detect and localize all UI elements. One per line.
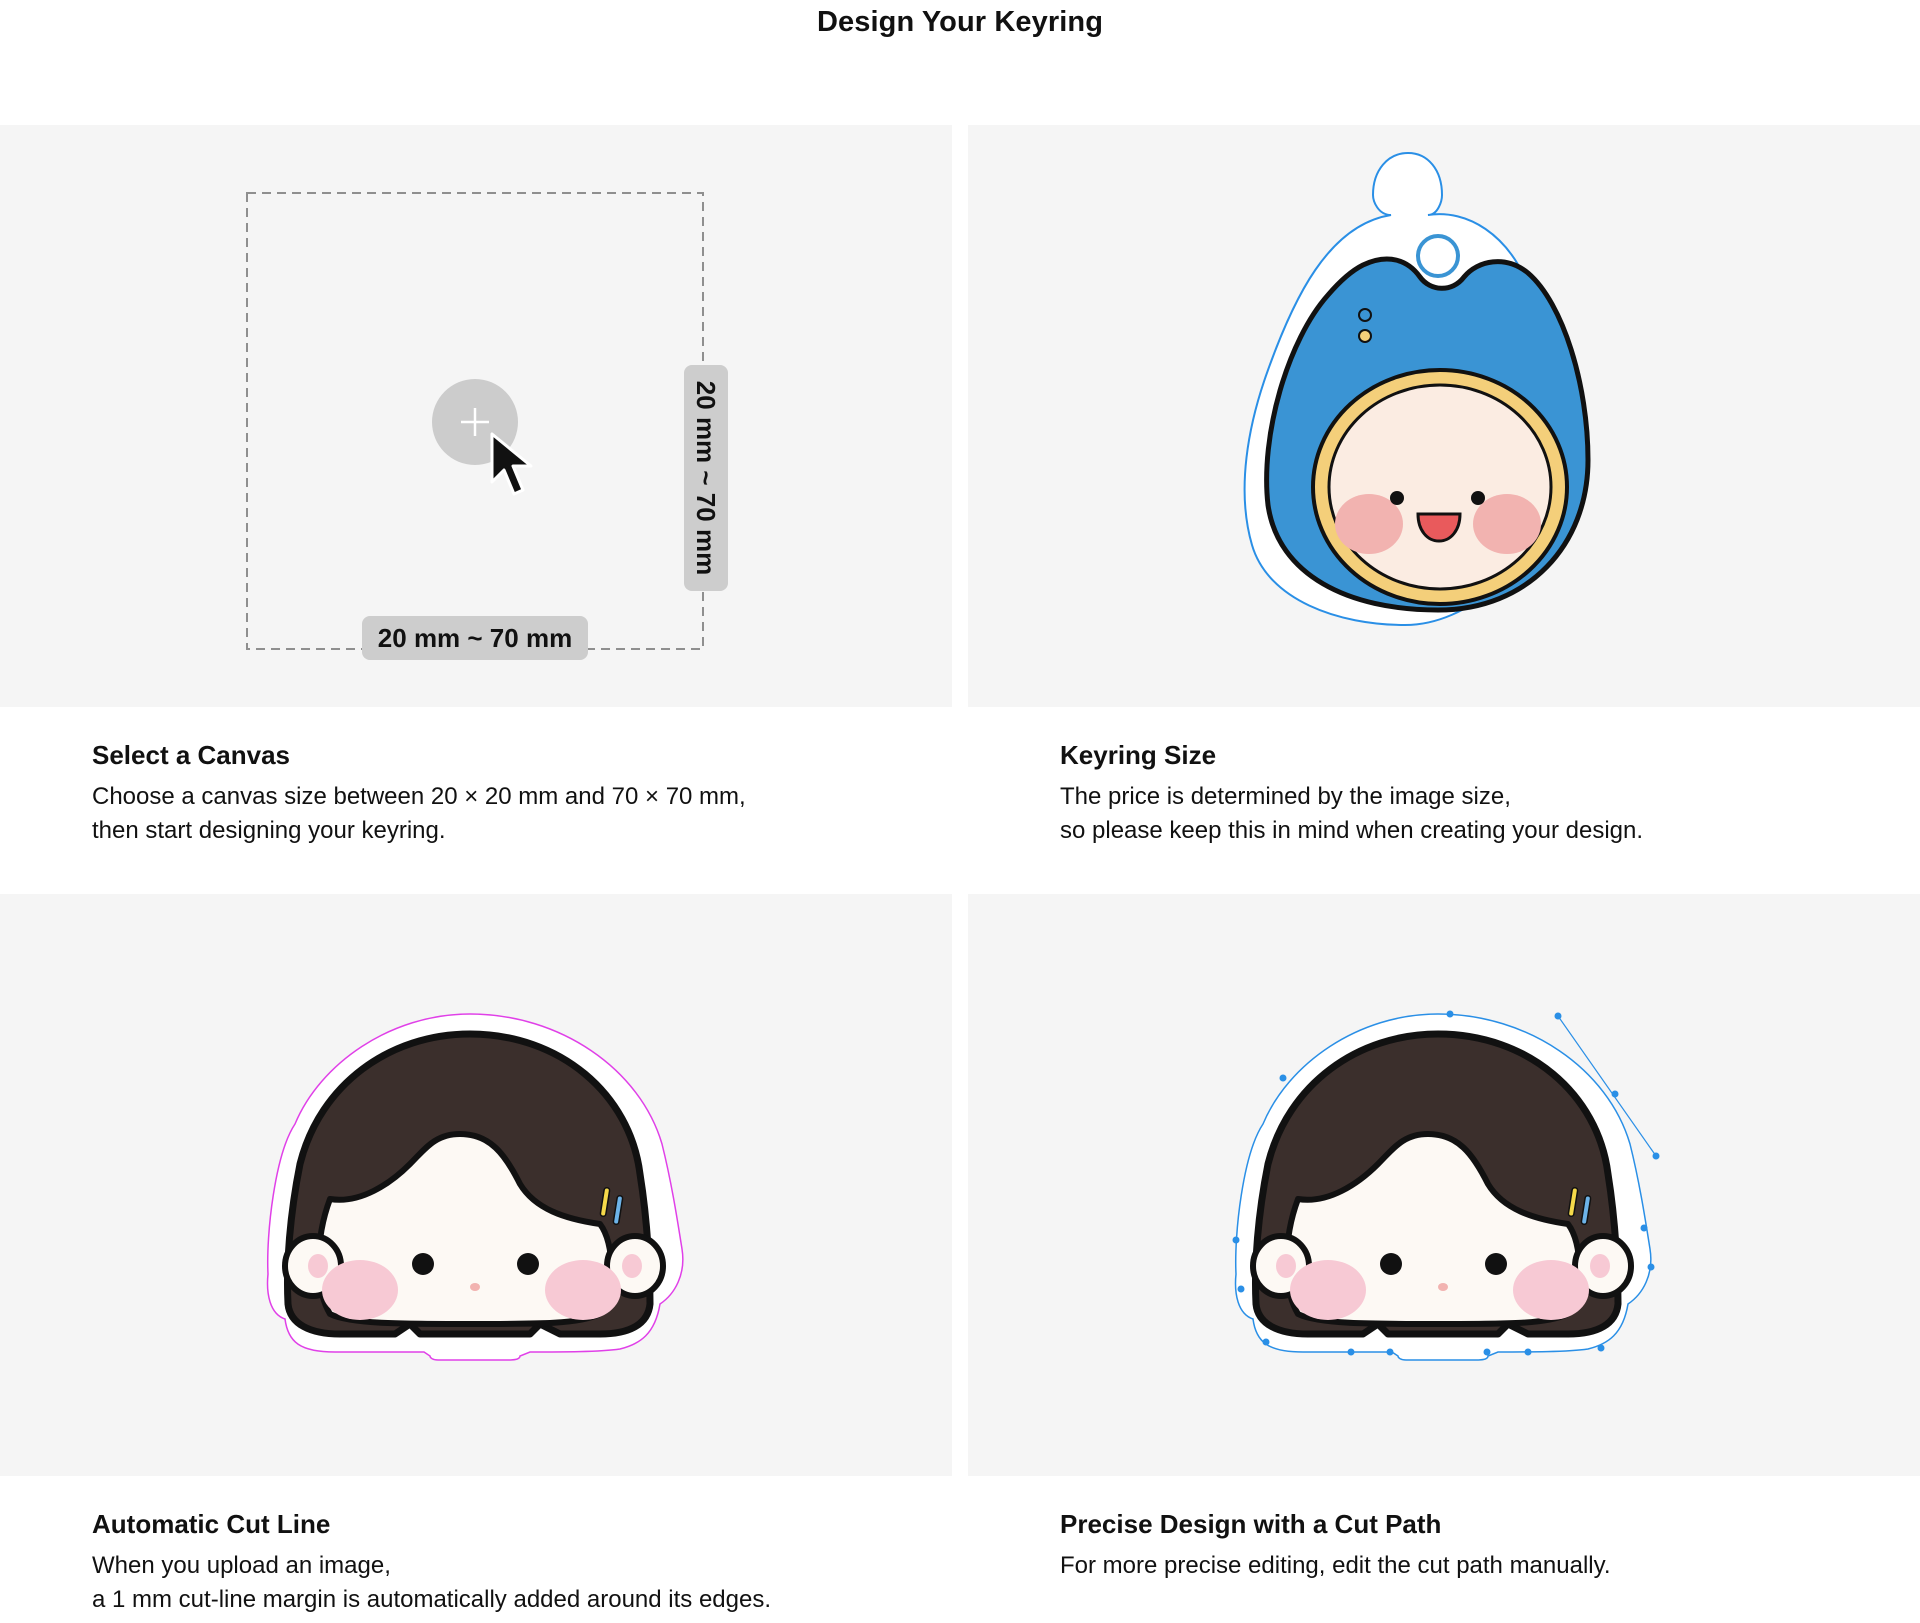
keyring-character-illustration xyxy=(1243,151,1591,627)
hood-button-top xyxy=(1358,308,1372,322)
select-canvas-description: Choose a canvas size between 20 × 20 mm … xyxy=(92,780,992,848)
character-face xyxy=(1327,383,1553,591)
precise-cut-path-panel xyxy=(968,894,1920,1476)
precise-cut-path-title: Precise Design with a Cut Path xyxy=(1060,1509,1442,1539)
keyring-size-title: Keyring Size xyxy=(1060,740,1217,770)
eye-right xyxy=(1471,491,1485,505)
description-line: a 1 mm cut-line margin is automatically … xyxy=(92,1586,772,1613)
keyring-size-panel xyxy=(968,125,1920,707)
automatic-cut-line-caption: Automatic Cut Line When you upload an im… xyxy=(92,1507,992,1617)
hood-button-bottom xyxy=(1358,329,1372,343)
select-canvas-title: Select a Canvas xyxy=(92,740,291,770)
page-title: Design Your Keyring xyxy=(816,6,1104,38)
select-canvas-caption: Select a Canvas Choose a canvas size bet… xyxy=(92,738,992,848)
keyring-size-caption: Keyring Size The price is determined by … xyxy=(1060,738,1920,848)
description-line: For more precise editing, edit the cut p… xyxy=(1060,1552,1611,1579)
girl-character-cut-path-illustration xyxy=(1232,1010,1660,1361)
keyring-size-description: The price is determined by the image siz… xyxy=(1060,780,1920,848)
canvas-width-label: 20 mm ~ 70 mm xyxy=(362,616,588,660)
keyring-hole xyxy=(1416,234,1460,278)
automatic-cut-line-panel xyxy=(0,894,952,1476)
description-line: Choose a canvas size between 20 × 20 mm … xyxy=(92,783,746,810)
eye-left xyxy=(1390,491,1404,505)
canvas-height-label: 20 mm ~ 70 mm xyxy=(684,365,728,591)
canvas-select-panel: 20 mm ~ 70 mm 20 mm ~ 70 mm xyxy=(0,125,952,707)
description-line: When you upload an image, xyxy=(92,1552,391,1579)
automatic-cut-line-title: Automatic Cut Line xyxy=(92,1509,331,1539)
cheek-right xyxy=(1473,494,1541,554)
description-line: then start designing your keyring. xyxy=(92,817,446,844)
precise-cut-path-caption: Precise Design with a Cut Path For more … xyxy=(1060,1507,1920,1583)
description-line: The price is determined by the image siz… xyxy=(1060,783,1511,810)
precise-cut-path-description: For more precise editing, edit the cut p… xyxy=(1060,1549,1920,1583)
girl-character-auto-cut-illustration xyxy=(266,1013,684,1361)
automatic-cut-line-description: When you upload an image, a 1 mm cut-lin… xyxy=(92,1549,992,1617)
description-line: so please keep this in mind when creatin… xyxy=(1060,817,1644,844)
